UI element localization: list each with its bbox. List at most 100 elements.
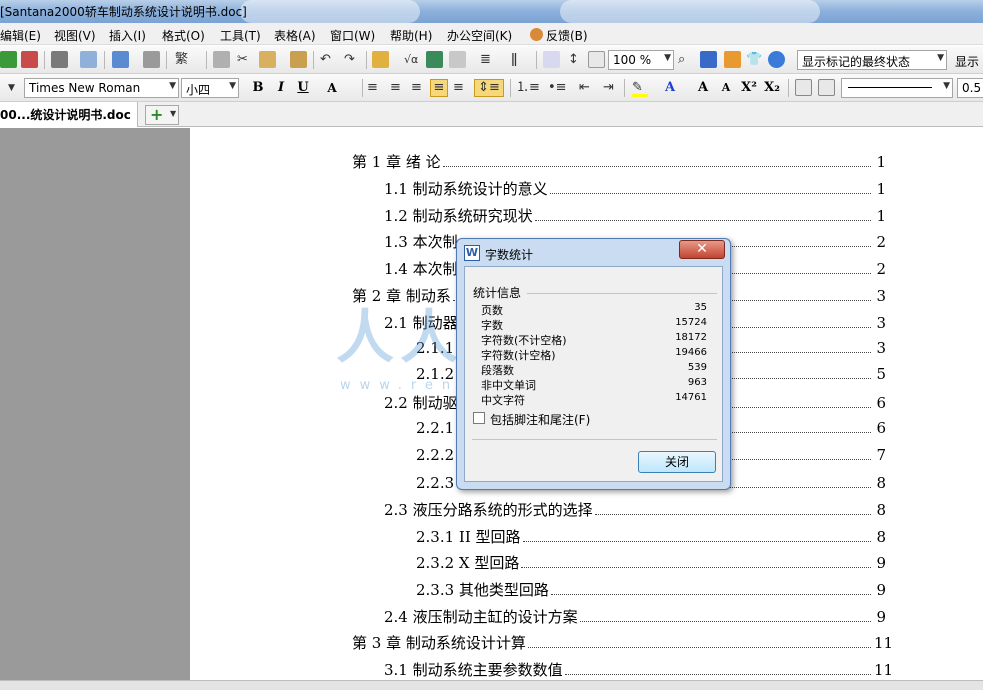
style-dropdown-icon[interactable]: ▼ bbox=[8, 80, 15, 96]
find-icon[interactable]: ⌕ bbox=[678, 52, 685, 68]
template-icon[interactable] bbox=[724, 51, 741, 68]
include-footnotes-label[interactable]: 包括脚注和尾注(F) bbox=[490, 411, 590, 428]
toc-entry[interactable]: 2.3.3 其他类型回路 9 bbox=[416, 579, 886, 600]
formula-icon[interactable]: √α bbox=[404, 52, 418, 68]
menu-edit[interactable]: 编辑(E) bbox=[0, 27, 41, 44]
italic-button[interactable]: I bbox=[272, 79, 290, 97]
help-book-icon[interactable] bbox=[700, 51, 717, 68]
line-style-select[interactable]: ▼ bbox=[841, 78, 953, 98]
columns-icon[interactable]: ≣ bbox=[480, 52, 491, 68]
include-footnotes-checkbox[interactable] bbox=[473, 412, 485, 424]
close-icon[interactable]: ✕ bbox=[679, 240, 725, 259]
menu-table[interactable]: 表格(A) bbox=[274, 27, 316, 44]
toc-entry-page: 1 bbox=[876, 180, 886, 198]
stat-label: 段落数 bbox=[481, 364, 514, 377]
toc-entry-label: 1.2 制动系统研究现状 bbox=[384, 207, 533, 225]
menu-help[interactable]: 帮助(H) bbox=[390, 27, 432, 44]
pdf-icon[interactable] bbox=[21, 51, 38, 68]
toc-entry[interactable]: 3.1 制动系统主要参数数值 11 bbox=[384, 659, 893, 680]
copy-icon[interactable] bbox=[213, 51, 230, 68]
toc-entry[interactable]: 第 1 章 绪 论 1 bbox=[352, 151, 886, 172]
underline-button[interactable]: U bbox=[294, 79, 312, 97]
page-icon[interactable] bbox=[588, 51, 605, 68]
shrink-font-button[interactable]: A bbox=[717, 79, 735, 97]
zoom-select[interactable]: 100 % ▼ bbox=[608, 50, 674, 70]
grow-font-button[interactable]: A bbox=[694, 79, 712, 97]
toc-entry-label: 2.1 制动器 bbox=[384, 314, 458, 332]
toc-entry[interactable]: 1.2 制动系统研究现状 1 bbox=[384, 205, 886, 226]
document-map-icon[interactable] bbox=[543, 51, 560, 68]
page-setup-icon[interactable] bbox=[143, 51, 160, 68]
distributed-align-icon[interactable]: ≡ bbox=[453, 80, 464, 96]
show-menu-button[interactable]: 显示 bbox=[955, 53, 979, 70]
toc-entry[interactable]: 2.4 液压制动主缸的设计方案 9 bbox=[384, 606, 886, 627]
menu-tools[interactable]: 工具(T) bbox=[220, 27, 261, 44]
superscript-button[interactable]: X² bbox=[740, 79, 758, 97]
font-color-button[interactable]: A bbox=[661, 79, 679, 97]
traditional-chinese-icon[interactable]: 繁 bbox=[175, 52, 188, 68]
show-hide-marks-icon[interactable]: ↕ bbox=[568, 52, 579, 68]
toc-entry-page: 2 bbox=[876, 260, 886, 278]
redo-icon[interactable]: ↷ bbox=[344, 52, 355, 68]
new-document-icon[interactable] bbox=[112, 51, 129, 68]
align-right-icon[interactable]: ≡ bbox=[411, 80, 422, 96]
menu-insert[interactable]: 插入(I) bbox=[109, 27, 146, 44]
toc-entry-page: 11 bbox=[874, 634, 894, 652]
toolbar-separator bbox=[44, 51, 45, 69]
hyperlink-icon[interactable] bbox=[426, 51, 443, 68]
line-spacing-icon[interactable]: ⇕≡ bbox=[474, 79, 504, 97]
cut-icon[interactable]: ✂ bbox=[237, 52, 248, 68]
insert-table-icon[interactable] bbox=[449, 51, 466, 68]
numbering-icon[interactable]: ⒈≡ bbox=[516, 80, 540, 96]
window-title: [Santana2000轿车制动系统设计说明书.doc] bbox=[0, 5, 247, 19]
toc-entry-label: 第 1 章 绪 论 bbox=[352, 153, 441, 171]
menu-window[interactable]: 窗口(W) bbox=[330, 27, 375, 44]
font-size-adjust-button[interactable]: A bbox=[323, 79, 341, 97]
format-painter-icon[interactable] bbox=[290, 51, 307, 68]
font-name-select[interactable]: Times New Roman ▼ bbox=[24, 78, 179, 98]
border-icon[interactable] bbox=[795, 79, 812, 96]
insert-chart-icon[interactable] bbox=[372, 51, 389, 68]
toc-entry[interactable]: 2.3.2 X 型回路 9 bbox=[416, 552, 886, 573]
help-icon[interactable] bbox=[768, 51, 785, 68]
justify-icon[interactable]: ≡ bbox=[430, 79, 448, 97]
line-weight-select[interactable]: 0.5 bbox=[957, 78, 983, 98]
increase-indent-icon[interactable]: ⇥ bbox=[603, 80, 614, 96]
markup-state-select[interactable]: 显示标记的最终状态 ▼ bbox=[797, 50, 947, 70]
decrease-indent-icon[interactable]: ⇤ bbox=[579, 80, 590, 96]
print-icon[interactable] bbox=[51, 51, 68, 68]
title-decoration bbox=[560, 0, 820, 23]
dialog-title: 字数统计 bbox=[485, 248, 534, 262]
toc-entry[interactable]: 2.3 液压分路系统的形式的选择 8 bbox=[384, 499, 886, 520]
toc-entry[interactable]: 2.3.1 II 型回路 8 bbox=[416, 526, 886, 547]
undo-icon[interactable]: ↶ bbox=[320, 52, 331, 68]
drawing-toolbar bbox=[0, 680, 983, 690]
bold-button[interactable]: B bbox=[249, 79, 267, 97]
drawing-icon[interactable]: ǁ bbox=[511, 52, 517, 68]
line-weight-value: 0.5 bbox=[962, 81, 982, 95]
close-button[interactable]: 关闭 bbox=[638, 451, 716, 473]
align-center-icon[interactable]: ≡ bbox=[390, 80, 401, 96]
menu-office-space[interactable]: 办公空间(K) bbox=[447, 27, 512, 44]
dialog-divider bbox=[472, 439, 717, 440]
highlight-icon[interactable]: ✎ bbox=[632, 80, 648, 97]
align-left-icon[interactable]: ≡ bbox=[367, 80, 378, 96]
dialog-title-bar[interactable]: W 字数统计 ✕ bbox=[457, 239, 730, 265]
print-preview-icon[interactable] bbox=[80, 51, 97, 68]
tab-document[interactable]: 00...统设计说明书.doc bbox=[0, 102, 138, 127]
table-border-icon[interactable] bbox=[818, 79, 835, 96]
paste-icon[interactable] bbox=[259, 51, 276, 68]
subscript-button[interactable]: X₂ bbox=[763, 79, 781, 97]
menu-feedback[interactable]: 反馈(B) bbox=[546, 27, 588, 44]
new-tab-button[interactable]: + ▼ bbox=[145, 105, 179, 125]
toc-entry[interactable]: 第 3 章 制动系统设计计算 11 bbox=[352, 632, 894, 653]
shirt-icon[interactable]: 👕 bbox=[746, 52, 762, 68]
menu-view[interactable]: 视图(V) bbox=[54, 27, 96, 44]
export-icon[interactable] bbox=[0, 51, 17, 68]
toc-leader-dots bbox=[564, 674, 871, 675]
font-size-select[interactable]: 小四 ▼ bbox=[181, 78, 239, 98]
bullets-icon[interactable]: •≡ bbox=[548, 80, 567, 96]
toc-entry[interactable]: 1.1 制动系统设计的意义 1 bbox=[384, 178, 886, 199]
menu-format[interactable]: 格式(O) bbox=[162, 27, 205, 44]
stat-value: 35 bbox=[694, 302, 707, 313]
